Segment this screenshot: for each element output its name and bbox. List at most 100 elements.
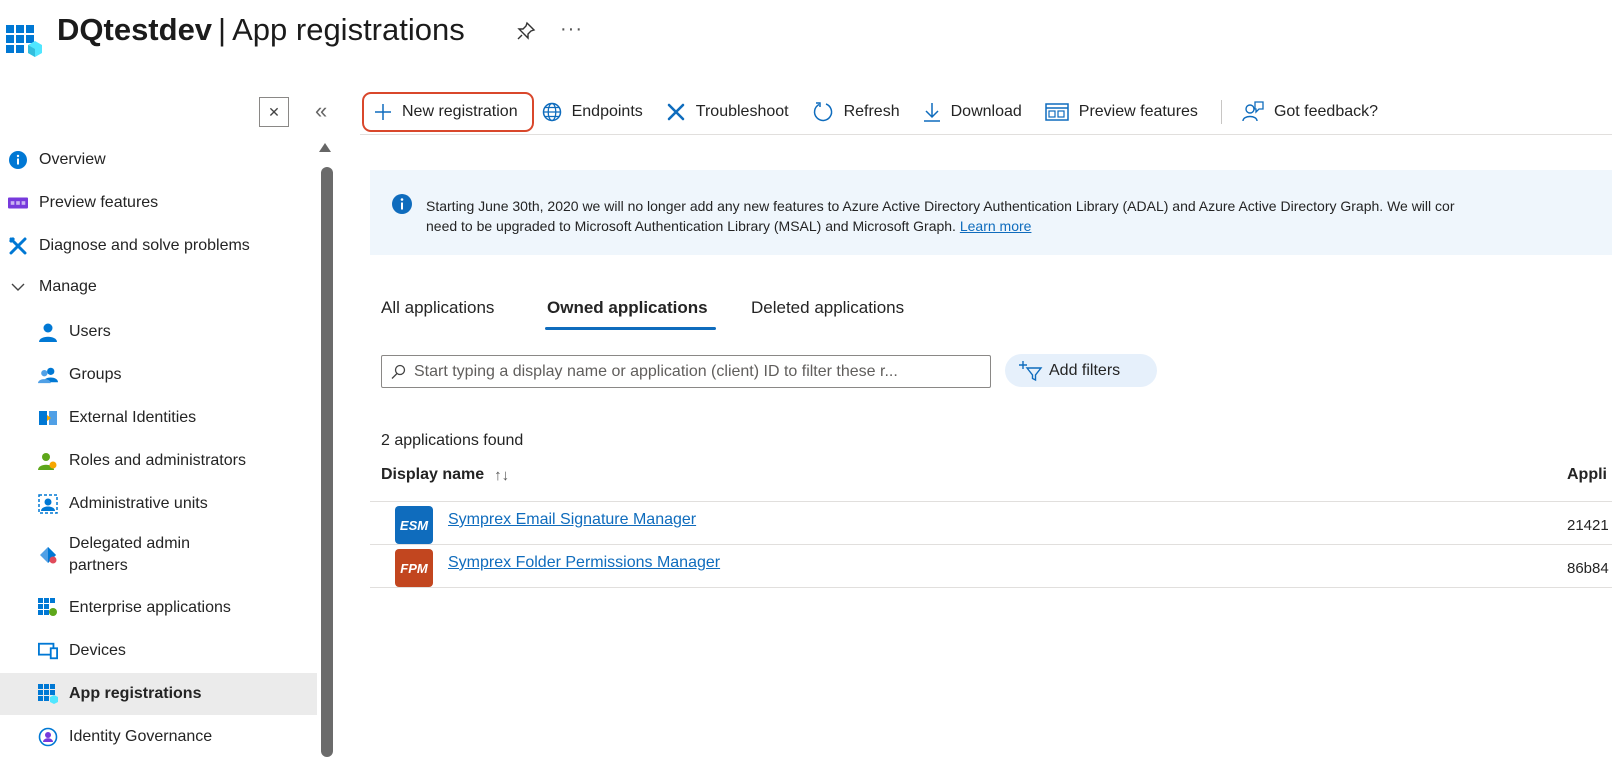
app-id-cell: 86b84 [1567,560,1609,577]
learn-more-link[interactable]: Learn more [960,218,1032,234]
more-options-icon[interactable]: ··· [560,18,583,41]
app-name-link[interactable]: Symprex Folder Permissions Manager [448,554,720,572]
active-tab-indicator [545,327,716,330]
sidebar-item-users[interactable]: Users [0,311,317,353]
wrench-icon [667,103,685,121]
table-row: FPM Symprex Folder Permissions Manager 8… [370,546,1612,588]
column-header-application-id[interactable]: Appli [1567,466,1607,484]
tab-deleted-applications[interactable]: Deleted applications [751,298,904,318]
banner-line-2: need to be upgraded to Microsoft Authent… [426,216,1612,236]
download-label: Download [950,103,1022,120]
search-input[interactable] [412,361,976,382]
sidebar-item-app-registrations[interactable]: App registrations [0,673,317,715]
sidebar-item-label: Users [69,323,111,340]
refresh-label: Refresh [843,103,900,120]
sidebar-item-overview[interactable]: Overview [0,139,317,181]
sidebar-item-label: Administrative units [69,495,208,512]
troubleshoot-button[interactable]: Troubleshoot [666,93,789,131]
column-header-label: Display name [381,466,485,483]
sidebar-item-external-identities[interactable]: External Identities [0,397,317,439]
command-bar: New registration Endpoints Troubleshoot … [360,92,1401,132]
chevron-down-icon [8,277,28,297]
identity-governance-icon [38,727,58,747]
sidebar-group-manage[interactable]: Manage [0,266,317,308]
app-registrations-icon [38,684,58,704]
banner-line-1: Starting June 30th, 2020 we will no long… [426,198,1455,214]
endpoints-button[interactable]: Endpoints [542,93,643,131]
preview-features-button[interactable]: Preview features [1045,93,1198,131]
app-logo: FPM [395,549,433,587]
feedback-icon [1242,101,1264,122]
external-identities-icon [38,408,58,428]
refresh-button[interactable]: Refresh [812,93,900,131]
new-registration-button[interactable]: New registration [362,92,534,132]
devices-icon [38,641,58,661]
search-box[interactable] [381,355,991,388]
title-separator: | [218,12,227,47]
sidebar-scrollbar-thumb[interactable] [321,167,333,757]
sidebar-item-label: External Identities [69,409,197,426]
sidebar-item-label: Roles and administrators [69,452,246,469]
admin-units-icon [38,494,58,514]
app-logo: ESM [395,506,433,544]
new-registration-label: New registration [402,103,518,120]
tab-owned-applications[interactable]: Owned applications [547,298,708,318]
table-row: ESM Symprex Email Signature Manager 2142… [370,503,1612,545]
sidebar-item-identity-governance[interactable]: Identity Governance [0,716,317,758]
sidebar-item-preview-features[interactable]: Preview features [0,182,317,224]
row-divider [370,501,1612,502]
sort-icon[interactable]: ↑↓ [494,467,509,484]
info-icon [8,150,28,170]
preview-features-label: Preview features [1078,103,1198,120]
app-name-link[interactable]: Symprex Email Signature Manager [448,511,696,529]
globe-icon [542,102,561,122]
collapse-sidebar-icon[interactable]: « [315,98,327,124]
endpoints-label: Endpoints [571,103,643,120]
refresh-icon [813,102,832,122]
sidebar-item-delegated-admin-partners[interactable]: Delegated admin partners [0,527,317,582]
column-header-display-name[interactable]: Display name ↑↓ [381,466,509,484]
row-divider [370,544,1612,545]
sidebar-item-roles[interactable]: Roles and administrators [0,440,317,482]
got-feedback-label: Got feedback? [1273,103,1379,120]
toolbar-divider [1220,100,1222,124]
sidebar-item-label-line1: Delegated admin [69,534,190,552]
add-filters-button[interactable]: Add filters [1005,354,1157,387]
got-feedback-button[interactable]: Got feedback? [1242,93,1378,131]
preview-icon [8,193,28,213]
close-search-button[interactable]: ✕ [259,97,289,127]
row-divider [370,587,1612,588]
tab-all-applications[interactable]: All applications [381,298,494,318]
sidebar-item-label: Overview [39,151,106,168]
enterprise-apps-icon [38,598,58,618]
sidebar-item-administrative-units[interactable]: Administrative units [0,483,317,525]
page-name: App registrations [232,12,465,47]
sidebar-item-label: Enterprise applications [69,599,231,616]
troubleshoot-label: Troubleshoot [695,103,789,120]
sidebar-item-label: Groups [69,366,122,383]
add-filter-icon [1019,360,1043,381]
tenant-name: DQtestdev [57,12,213,47]
sidebar-item-groups[interactable]: Groups [0,354,317,396]
toolbar-divider-line [360,134,1612,135]
download-button[interactable]: Download [923,93,1022,131]
search-icon [391,364,406,379]
pin-icon[interactable] [515,20,537,42]
user-icon [38,322,58,342]
sidebar-item-label: Manage [39,278,97,295]
sidebar-item-label-line2: partners [69,556,128,574]
scroll-up-arrow[interactable] [319,143,331,152]
app-id-cell: 21421 [1567,517,1609,534]
download-icon [923,103,940,122]
groups-icon [38,365,58,385]
sidebar-item-label: App registrations [69,685,202,702]
add-filters-label: Add filters [1049,361,1121,379]
sidebar-item-label: Devices [69,642,126,659]
page-title: DQtestdev | App registrations [57,12,465,48]
banner-message: Starting June 30th, 2020 we will no long… [426,196,1612,236]
sidebar-item-devices[interactable]: Devices [0,630,317,672]
sidebar-item-diagnose[interactable]: Diagnose and solve problems [0,225,317,267]
results-count: 2 applications found [381,432,524,449]
banner-line-2-text: need to be upgraded to Microsoft Authent… [426,218,956,234]
sidebar-item-enterprise-applications[interactable]: Enterprise applications [0,587,317,629]
